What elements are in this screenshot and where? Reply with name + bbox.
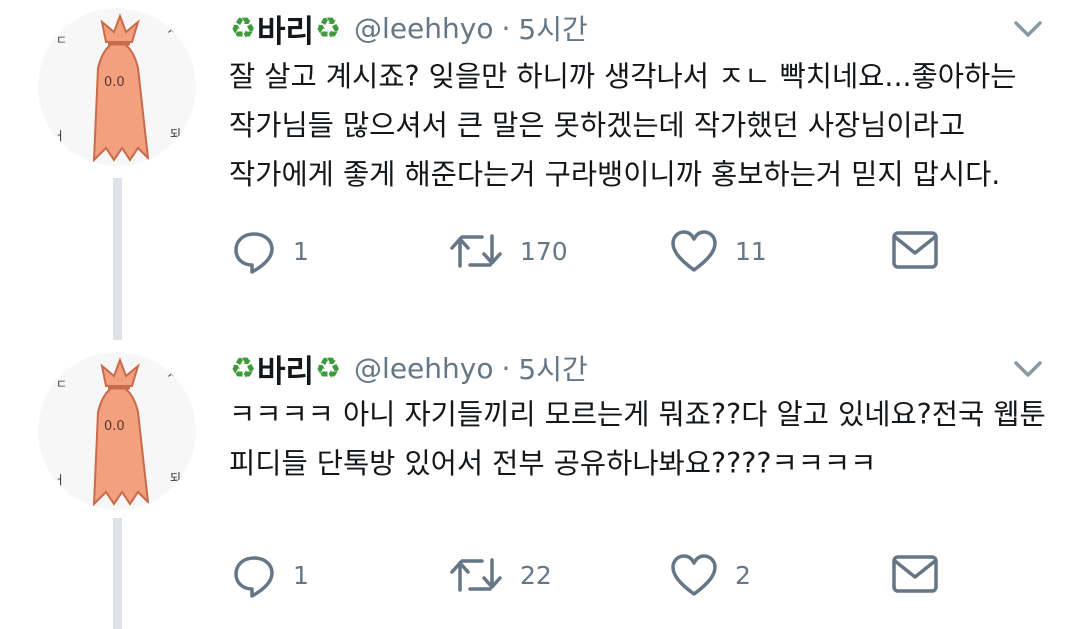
chevron-down-icon[interactable]	[1010, 14, 1046, 44]
user-handle[interactable]: @leehhyo	[354, 12, 493, 45]
svg-text:ㄷ: ㄷ	[56, 377, 67, 391]
like-button[interactable]: 11	[669, 226, 767, 276]
display-name[interactable]: ♻ 바리 ♻	[229, 346, 342, 391]
svg-text:ㅈ: ㅈ	[166, 23, 177, 37]
reply-button[interactable]: 1	[231, 550, 309, 600]
thread-line	[113, 178, 122, 340]
tweet-text: 잘 살고 계시죠? 잊을만 하니까 생각나서 ㅈㄴ 빡치네요...좋아하는 작가…	[229, 60, 1017, 191]
recycle-icon: ♻	[230, 11, 256, 45]
ghost-avatar-icon: 0.0 ㄷ ㅈ ㅓ 되	[54, 13, 181, 163]
reply-icon	[234, 556, 274, 598]
timestamp[interactable]: 5시간	[518, 8, 587, 48]
heart-icon	[671, 554, 717, 596]
tweet-header: ♻ 바리 ♻ @leehhyo · 5시간	[229, 346, 588, 391]
svg-text:되: 되	[170, 127, 181, 141]
direct-message-button[interactable]	[891, 226, 939, 276]
action-bar: 1 22 2	[229, 550, 989, 600]
tweet[interactable]: 0.0 ㄷ ㅈ ㅓ 되 ♻ 바리 ♻ @leehhyo · 5시간 ㅋㅋㅋㅋ 아…	[0, 340, 1080, 629]
svg-text:ㅓ: ㅓ	[54, 473, 65, 487]
direct-message-button[interactable]	[891, 550, 939, 600]
avatar[interactable]: 0.0 ㄷ ㅈ ㅓ 되	[38, 8, 196, 166]
separator-dot: ·	[501, 11, 511, 45]
user-handle[interactable]: @leehhyo	[354, 352, 493, 385]
svg-text:ㅈ: ㅈ	[166, 367, 177, 381]
envelope-icon	[892, 555, 938, 593]
display-name[interactable]: ♻ 바리 ♻	[229, 6, 342, 51]
like-count: 11	[735, 236, 767, 266]
svg-text:ㅓ: ㅓ	[54, 129, 65, 143]
tweet[interactable]: 0.0 ㄷ ㅈ ㅓ 되 ♻ 바리 ♻ @leehhyo · 5시간 잘 살고 계…	[0, 0, 1080, 340]
action-bar: 1 170 11	[229, 226, 989, 276]
avatar[interactable]: 0.0 ㄷ ㅈ ㅓ 되	[38, 352, 196, 510]
retweet-icon	[450, 558, 502, 592]
svg-text:ㄷ: ㄷ	[56, 33, 67, 47]
svg-text:0.0: 0.0	[104, 419, 125, 434]
retweet-count: 22	[520, 560, 552, 590]
recycle-icon: ♻	[230, 351, 256, 385]
display-name-text: 바리	[257, 353, 315, 390]
svg-text:0.0: 0.0	[104, 75, 125, 90]
envelope-icon	[892, 231, 938, 269]
heart-icon	[671, 230, 717, 272]
reply-count: 1	[293, 560, 309, 590]
retweet-count: 170	[520, 236, 568, 266]
retweet-icon	[450, 234, 502, 268]
separator-dot: ·	[501, 351, 511, 385]
recycle-icon: ♻	[315, 351, 342, 385]
thread-line	[113, 518, 122, 629]
tweet-header: ♻ 바리 ♻ @leehhyo · 5시간	[229, 6, 588, 51]
display-name-text: 바리	[257, 13, 315, 50]
timestamp[interactable]: 5시간	[518, 348, 587, 388]
ghost-avatar-icon: 0.0 ㄷ ㅈ ㅓ 되	[54, 357, 181, 507]
like-button[interactable]: 2	[669, 550, 751, 600]
reply-icon	[234, 232, 274, 274]
svg-text:되: 되	[170, 471, 181, 485]
reply-count: 1	[293, 236, 309, 266]
like-count: 2	[735, 560, 751, 590]
chevron-down-icon[interactable]	[1010, 354, 1046, 384]
reply-button[interactable]: 1	[231, 226, 309, 276]
tweet-text: ㅋㅋㅋㅋ 아니 자기들끼리 모르는게 뭐죠??다 알고 있네요?전국 웹툰 피디…	[229, 398, 1046, 480]
retweet-button[interactable]: 170	[448, 226, 568, 276]
recycle-icon: ♻	[315, 11, 342, 45]
retweet-button[interactable]: 22	[448, 550, 552, 600]
